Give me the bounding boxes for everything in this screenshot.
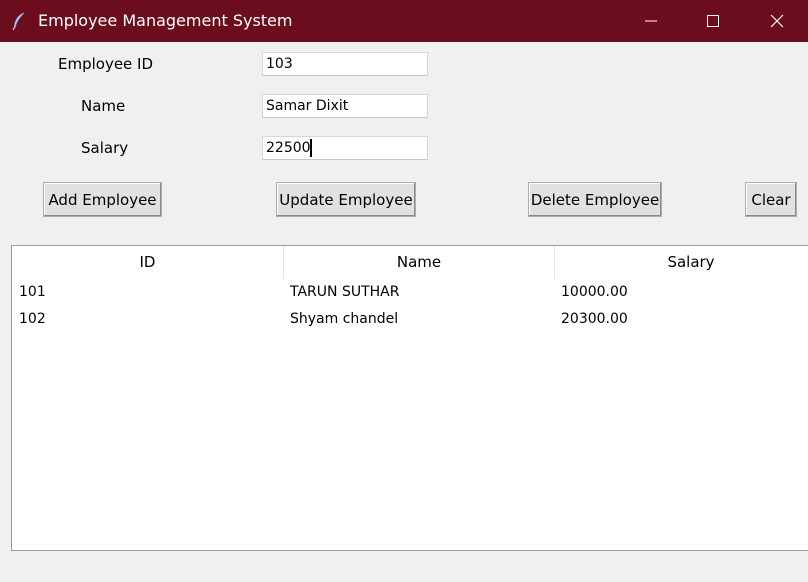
add-employee-button[interactable]: Add Employee <box>43 182 162 217</box>
table-row[interactable]: 101 TARUN SUTHAR 10000.00 <box>12 279 808 306</box>
name-input[interactable] <box>262 94 428 118</box>
delete-employee-button[interactable]: Delete Employee <box>528 182 662 217</box>
salary-input[interactable]: 22500 <box>262 136 428 160</box>
clear-button[interactable]: Clear <box>745 182 797 217</box>
cell-name: Shyam chandel <box>290 311 399 327</box>
cell-salary: 10000.00 <box>561 284 628 300</box>
salary-input-value: 22500 <box>266 140 311 156</box>
salary-label: Salary <box>81 139 129 157</box>
maximize-icon <box>707 15 719 27</box>
employee-id-input[interactable] <box>262 52 428 76</box>
column-header-id[interactable]: ID <box>12 246 284 279</box>
text-cursor <box>309 139 312 157</box>
column-header-salary[interactable]: Salary <box>555 246 808 279</box>
column-header-name[interactable]: Name <box>284 246 555 279</box>
close-icon <box>770 14 784 28</box>
minimize-icon <box>645 20 657 22</box>
update-employee-button[interactable]: Update Employee <box>276 182 416 217</box>
close-button[interactable] <box>754 0 800 42</box>
cell-salary: 20300.00 <box>561 311 628 327</box>
table-header: ID Name Salary <box>12 246 808 279</box>
window-title: Employee Management System <box>38 11 293 30</box>
name-label: Name <box>81 97 126 115</box>
employee-table[interactable]: ID Name Salary 101 TARUN SUTHAR 10000.00… <box>11 245 808 551</box>
cell-id: 102 <box>19 311 46 327</box>
employee-id-label: Employee ID <box>58 55 154 73</box>
table-row[interactable]: 102 Shyam chandel 20300.00 <box>12 306 808 333</box>
maximize-button[interactable] <box>690 0 736 42</box>
cell-id: 101 <box>19 284 46 300</box>
app-window: Employee Management System Employee ID N… <box>0 0 808 582</box>
minimize-button[interactable] <box>628 0 674 42</box>
feather-icon <box>12 12 26 31</box>
cell-name: TARUN SUTHAR <box>290 284 400 300</box>
title-bar[interactable]: Employee Management System <box>0 0 808 42</box>
